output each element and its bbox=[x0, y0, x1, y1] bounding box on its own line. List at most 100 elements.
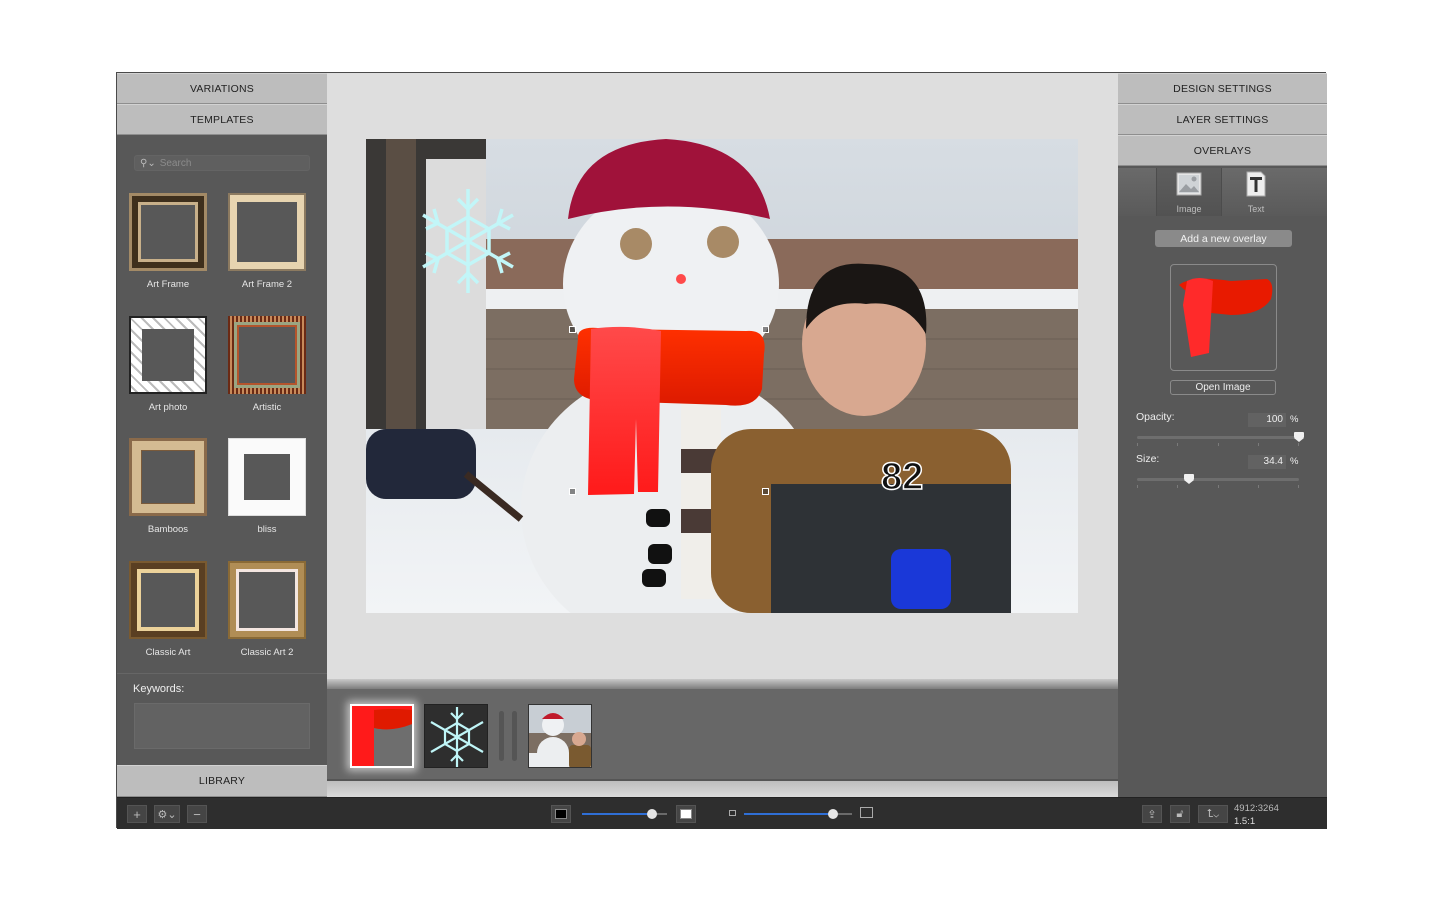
photo-canvas[interactable]: 82 bbox=[366, 139, 1078, 613]
opacity-ticks bbox=[1137, 443, 1299, 446]
zoom-out-icon[interactable] bbox=[729, 810, 736, 816]
open-image-button[interactable]: Open Image bbox=[1170, 380, 1276, 395]
slider-knob[interactable] bbox=[827, 809, 838, 819]
opacity-input[interactable]: 100 bbox=[1248, 413, 1286, 427]
slider-fill bbox=[744, 813, 833, 815]
keywords-field[interactable] bbox=[134, 703, 310, 749]
share-button[interactable]: ⇪ bbox=[1142, 805, 1162, 823]
image-dimensions: 4912:3264 1.5:1 bbox=[1234, 802, 1279, 828]
image-overlay-label: Image bbox=[1176, 204, 1202, 214]
template-label: Art Frame bbox=[146, 279, 190, 290]
template-art-frame[interactable]: Art Frame bbox=[123, 193, 213, 290]
frame-thumbnail bbox=[228, 193, 306, 271]
crop-menu-button[interactable]: ⮤⌄ bbox=[1198, 805, 1228, 823]
template-bamboos[interactable]: Bamboos bbox=[123, 438, 213, 535]
opacity-unit: % bbox=[1290, 414, 1299, 425]
text-overlay-label: Text bbox=[1247, 204, 1265, 214]
overlay-preview bbox=[1170, 264, 1277, 371]
jacket-number: 82 bbox=[881, 456, 923, 498]
zoom-in-icon[interactable] bbox=[860, 807, 873, 818]
size-label: Size: bbox=[1136, 453, 1160, 465]
size-slider-thumb[interactable] bbox=[1183, 474, 1194, 484]
frame-thumbnail bbox=[129, 316, 207, 394]
zoom-slider[interactable] bbox=[744, 809, 852, 819]
frame-thumbnail bbox=[228, 438, 306, 516]
text-overlay-button[interactable]: Text bbox=[1223, 168, 1289, 216]
left-panel: VARIATIONS TEMPLATES ⚲⌄ Art Frame Art Fr… bbox=[117, 73, 327, 797]
filmstrip-scarf-layer[interactable] bbox=[350, 704, 414, 768]
filmstrip-divider bbox=[499, 711, 504, 761]
template-label: Classic Art bbox=[145, 647, 191, 658]
opacity-label: Opacity: bbox=[1136, 411, 1175, 423]
search-field[interactable]: ⚲⌄ bbox=[134, 155, 310, 171]
filmstrip-snowflake-layer[interactable] bbox=[424, 704, 488, 768]
photo-image: 82 bbox=[366, 139, 1078, 613]
minus-icon: − bbox=[193, 806, 201, 822]
layer-settings-header[interactable]: LAYER SETTINGS bbox=[1118, 104, 1327, 135]
resize-handle-bottom-right[interactable] bbox=[762, 488, 769, 495]
settings-menu-button[interactable]: ⚙⌄ bbox=[154, 805, 180, 823]
app-window: VARIATIONS TEMPLATES ⚲⌄ Art Frame Art Fr… bbox=[116, 72, 1327, 829]
remove-button[interactable]: − bbox=[187, 805, 207, 823]
size-unit: % bbox=[1290, 456, 1299, 467]
design-settings-header[interactable]: DESIGN SETTINGS bbox=[1118, 73, 1327, 104]
add-button[interactable]: + bbox=[127, 805, 147, 823]
opacity-slider[interactable] bbox=[1137, 432, 1304, 442]
template-art-photo[interactable]: Art photo bbox=[123, 316, 213, 413]
frame-thumbnail bbox=[228, 316, 306, 394]
image-icon bbox=[1176, 172, 1202, 196]
template-classic-art[interactable]: Classic Art bbox=[123, 561, 213, 658]
lock-button[interactable]: 🔓︎ bbox=[1170, 805, 1190, 823]
template-classic-art-2[interactable]: Classic Art 2 bbox=[222, 561, 312, 658]
resize-handle-bottom-left[interactable] bbox=[569, 488, 576, 495]
image-overlay-button[interactable]: Image bbox=[1156, 168, 1222, 216]
template-label: Classic Art 2 bbox=[240, 647, 294, 658]
layer-filmstrip bbox=[327, 689, 1118, 781]
canvas-area: 82 bbox=[327, 73, 1118, 679]
overlay-type-toolbar: Image Text bbox=[1118, 168, 1327, 216]
filmstrip-border bbox=[327, 679, 1118, 689]
template-art-frame-2[interactable]: Art Frame 2 bbox=[222, 193, 312, 290]
frame-thumbnail bbox=[129, 193, 207, 271]
size-input[interactable]: 34.4 bbox=[1248, 455, 1286, 469]
frame-thumbnail bbox=[228, 561, 306, 639]
pixel-dimensions: 4912:3264 bbox=[1234, 803, 1279, 814]
share-icon: ⇪ bbox=[1147, 808, 1157, 821]
opacity-slider-thumb[interactable] bbox=[1294, 432, 1304, 442]
filmstrip-border bbox=[327, 781, 1118, 797]
overlays-header[interactable]: OVERLAYS bbox=[1118, 135, 1327, 166]
resize-handle-top-left[interactable] bbox=[569, 326, 576, 333]
resize-handle-top-right[interactable] bbox=[762, 326, 769, 333]
snowflake-thumbnail-icon bbox=[430, 707, 484, 767]
size-slider[interactable] bbox=[1137, 474, 1299, 484]
right-panel: DESIGN SETTINGS LAYER SETTINGS OVERLAYS … bbox=[1118, 73, 1327, 797]
aspect-ratio: 1.5:1 bbox=[1234, 816, 1256, 827]
scarf-preview-icon bbox=[1179, 278, 1273, 357]
library-section-header[interactable]: LIBRARY bbox=[117, 765, 327, 797]
black-swatch-icon bbox=[555, 809, 567, 819]
bottom-toolbar: + ⚙⌄ − ⇪ 🔓︎ ⮤⌄ 4912:3264 1.5:1 bbox=[117, 797, 1327, 829]
search-icon[interactable]: ⚲⌄ bbox=[140, 158, 156, 169]
frame-thumbnail bbox=[129, 561, 207, 639]
filmstrip-photo-layer[interactable] bbox=[528, 704, 592, 768]
editor-area: 82 bbox=[327, 73, 1118, 797]
background-brightness-slider[interactable] bbox=[582, 809, 667, 819]
search-input[interactable] bbox=[159, 157, 300, 169]
slider-knob[interactable] bbox=[646, 809, 657, 819]
variations-section-header[interactable]: VARIATIONS bbox=[117, 73, 327, 104]
template-label: Art Frame 2 bbox=[241, 279, 293, 290]
gear-icon: ⚙⌄ bbox=[157, 808, 177, 821]
filmstrip-divider bbox=[512, 711, 517, 761]
crop-icon: ⮤⌄ bbox=[1206, 807, 1220, 820]
template-label: Bamboos bbox=[147, 524, 189, 535]
template-artistic[interactable]: Artistic bbox=[222, 316, 312, 413]
white-swatch-icon bbox=[680, 809, 692, 819]
templates-section-header[interactable]: TEMPLATES bbox=[117, 104, 327, 135]
black-background-button[interactable] bbox=[551, 805, 571, 823]
add-overlay-button[interactable]: Add a new overlay bbox=[1155, 230, 1292, 247]
slider-fill bbox=[582, 813, 652, 815]
template-bliss[interactable]: bliss bbox=[222, 438, 312, 535]
white-background-button[interactable] bbox=[676, 805, 696, 823]
template-label: bliss bbox=[257, 524, 277, 535]
scarf-thumbnail-icon bbox=[352, 706, 412, 766]
